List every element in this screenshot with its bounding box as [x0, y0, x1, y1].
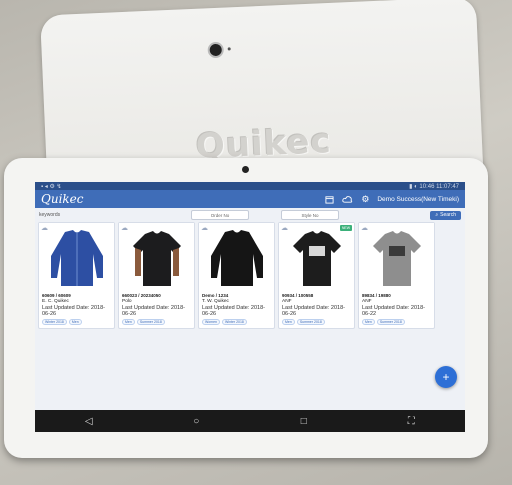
status-bar: ▪ ◂ ⚙ ↯ ▮ ◐ 10:46 11:07:47 [35, 182, 465, 190]
user-label[interactable]: Demo Success(New Timeki) [377, 196, 459, 203]
tag-list: Men Summer 2018 [122, 319, 191, 325]
card-body: 90934 / 100558 ANF Last Updated Date: 2018… [279, 291, 354, 328]
shirt-icon [372, 231, 421, 286]
tag-list: Winter 2018 Men [42, 319, 111, 325]
app-logo: Quikec [41, 192, 84, 206]
card-brand: T. W. Quikec [202, 299, 229, 304]
add-button[interactable]: + [435, 366, 457, 388]
tag-list: Men Summer 2018 [362, 319, 431, 325]
cloud-icon: ☁ [121, 225, 128, 232]
product-image: ☁ [39, 223, 114, 291]
calendar-icon[interactable] [323, 193, 335, 205]
shirt-icon [50, 230, 103, 286]
flash-dot [227, 47, 231, 51]
filter-bar: keywords Order No Style No ⌕ Search [35, 208, 465, 222]
card-date: Last Updated Date: 2018-06-26 [122, 305, 185, 317]
shirt-icon [292, 231, 341, 286]
recent-apps-icon[interactable]: □ [297, 414, 311, 428]
tag-chip[interactable]: Summer 2018 [376, 319, 405, 325]
back-icon[interactable]: ◁ [82, 414, 96, 428]
card-brand: Polo [122, 299, 132, 304]
product-card[interactable]: ☁ 660023 / 20234050 Polo Last Updated Date:… [118, 222, 195, 329]
search-icon: ⌕ [435, 212, 439, 218]
tag-chip[interactable]: Men [122, 319, 135, 325]
tag-chip[interactable]: Winter 2018 [222, 319, 247, 325]
tag-chip[interactable]: Men [282, 319, 295, 325]
product-card[interactable]: ☁ NEW 90934 / 100558 ANF Last Updated Date: … [278, 222, 355, 329]
order-no-input[interactable]: Order No [191, 210, 249, 220]
shirt-icon [132, 231, 181, 286]
card-body: 660023 / 20234050 Polo Last Updated Date: … [119, 291, 194, 328]
card-brand: ANF [362, 299, 372, 304]
android-nav-bar: ◁ ○ □ ⛶ [35, 410, 465, 432]
cloud-icon: ☁ [201, 225, 208, 232]
card-id: Demo / 1234 [202, 293, 229, 298]
shirt-icon [210, 230, 263, 286]
card-date: Last Updated Date: 2018-06-26 [202, 305, 265, 317]
product-grid: ☁ 60609 / 60609 E. C. Quikec Last Updated D… [35, 222, 465, 329]
front-tablet: ▪ ◂ ⚙ ↯ ▮ ◐ 10:46 11:07:47 Quikec ⚙ Demo… [4, 158, 488, 458]
status-clock: ▮ ◐ 10:46 11:07:47 [409, 183, 459, 190]
card-id: 89834 / 19880 [362, 293, 391, 298]
tag-chip[interactable]: Women [202, 319, 220, 325]
home-icon[interactable]: ○ [189, 414, 203, 428]
card-date: Last Updated Date: 2018-06-22 [362, 305, 425, 317]
card-date: Last Updated Date: 2018-06-26 [282, 305, 345, 317]
status-icons: ▪ ◂ ⚙ ↯ [41, 183, 62, 190]
status-badge: NEW [339, 225, 352, 231]
card-id: 90934 / 100558 [282, 293, 314, 298]
search-button[interactable]: ⌕ Search [430, 210, 461, 220]
tag-chip[interactable]: Men [362, 319, 375, 325]
card-body: 89834 / 19880 ANF Last Updated Date: 2018-… [359, 291, 434, 328]
product-image: ☁ [199, 223, 274, 291]
product-card[interactable]: ☁ Demo / 1234 T. W. Quikec Last Updated Dat… [198, 222, 275, 329]
cloud-sync-icon[interactable] [341, 193, 353, 205]
card-body: 60609 / 60609 E. C. Quikec Last Updated Da… [39, 291, 114, 328]
card-id: 660023 / 20234050 [122, 293, 161, 298]
card-brand: ANF [282, 299, 292, 304]
tag-chip[interactable]: Summer 2018 [296, 319, 325, 325]
tag-chip[interactable]: Summer 2018 [136, 319, 165, 325]
cloud-icon: ☁ [361, 225, 368, 232]
gear-icon[interactable]: ⚙ [359, 193, 371, 205]
tag-list: Men Summer 2018 [282, 319, 351, 325]
cloud-icon: ☁ [41, 225, 48, 232]
product-image: ☁ [119, 223, 194, 291]
front-camera-icon [242, 166, 249, 173]
card-brand: E. C. Quikec [42, 299, 69, 304]
tag-chip[interactable]: Men [68, 319, 82, 325]
card-id: 60609 / 60609 [42, 293, 71, 298]
product-card[interactable]: ☁ 89834 / 19880 ANF Last Updated Date: 2018… [358, 222, 435, 329]
screen: ▪ ◂ ⚙ ↯ ▮ ◐ 10:46 11:07:47 Quikec ⚙ Demo… [35, 182, 465, 432]
card-body: Demo / 1234 T. W. Quikec Last Updated Date… [199, 291, 274, 328]
app-bar: Quikec ⚙ Demo Success(New Timeki) [35, 190, 465, 208]
style-no-input[interactable]: Style No [281, 210, 339, 220]
camera-icon [207, 41, 225, 59]
keywords-input[interactable]: keywords [39, 212, 159, 218]
tag-chip[interactable]: Winter 2018 [42, 319, 67, 325]
search-label: Search [440, 212, 456, 218]
product-image: ☁ NEW [279, 223, 354, 291]
tag-list: Women Winter 2018 [202, 319, 271, 325]
screenshot-icon[interactable]: ⛶ [404, 414, 418, 428]
product-image: ☁ [359, 223, 434, 291]
cloud-icon: ☁ [281, 225, 288, 232]
card-date: Last Updated Date: 2018-06-26 [42, 305, 105, 317]
product-card[interactable]: ☁ 60609 / 60609 E. C. Quikec Last Updated D… [38, 222, 115, 329]
